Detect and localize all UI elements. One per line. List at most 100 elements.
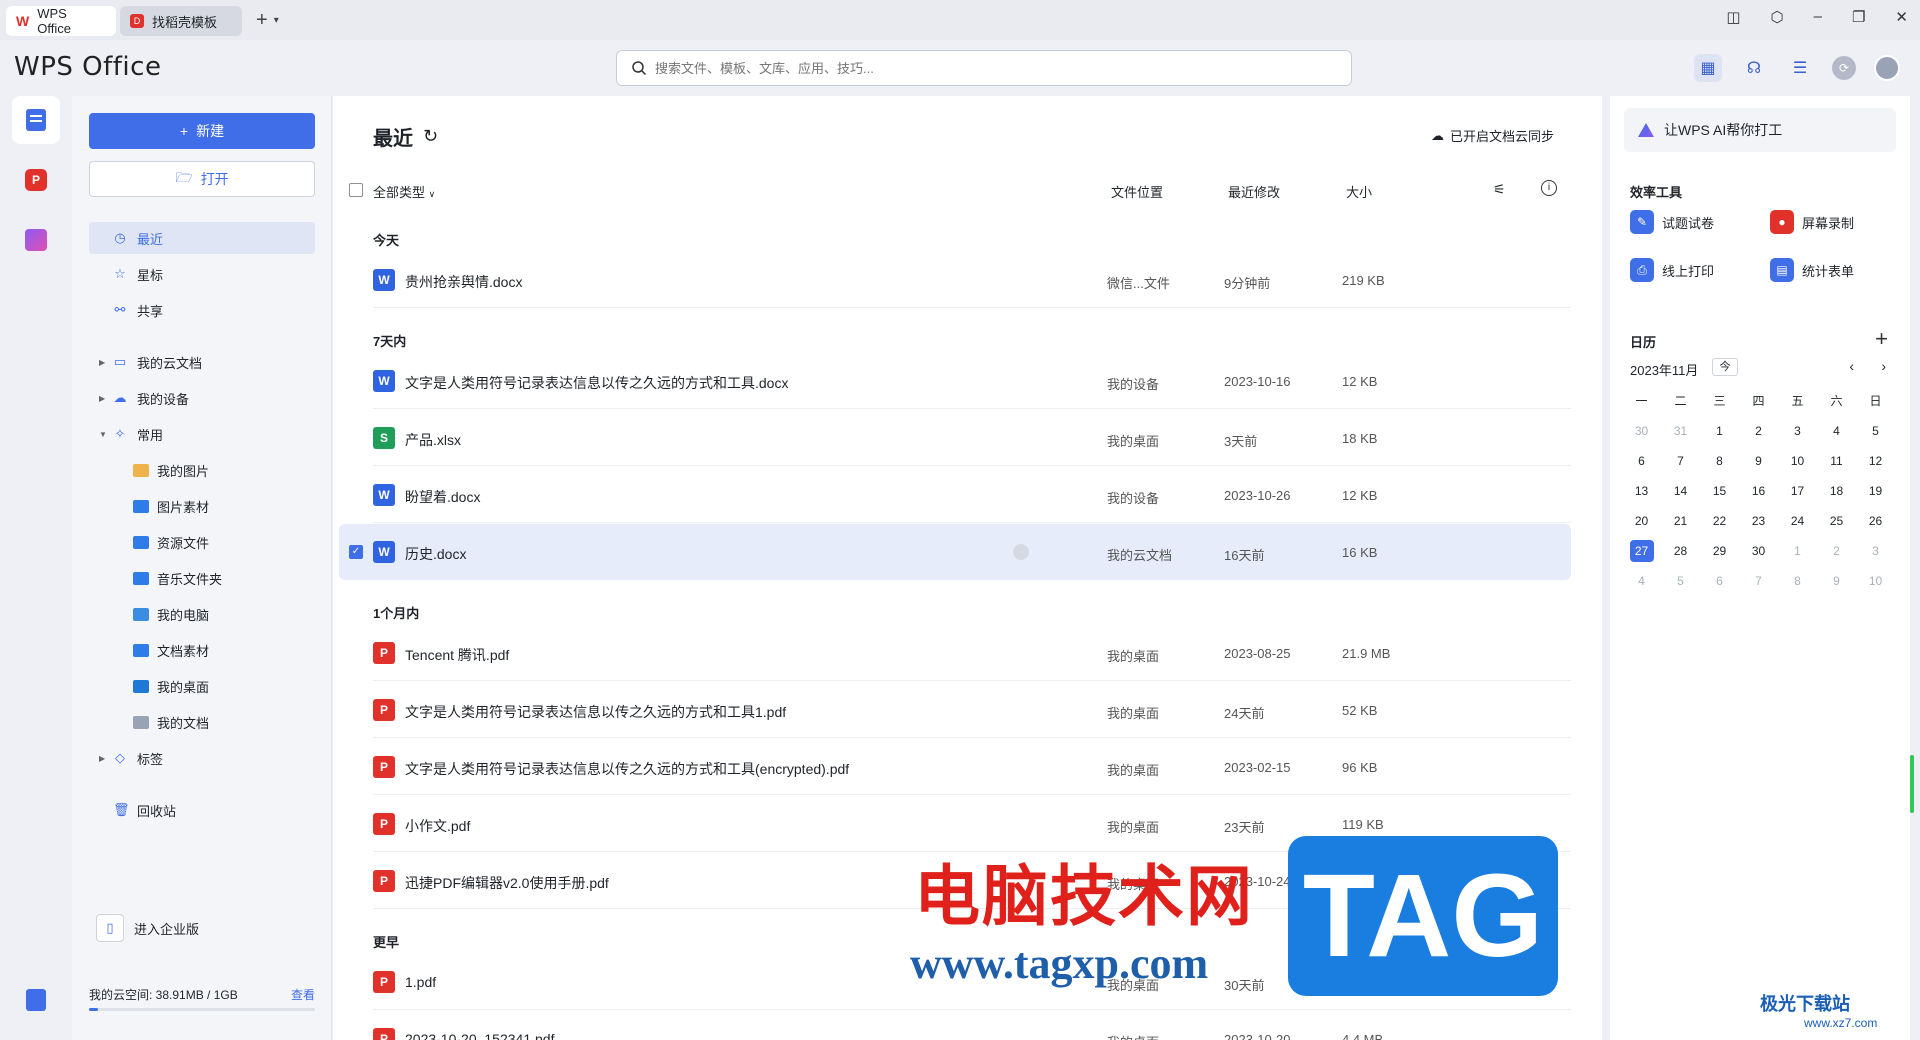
common-item-resources[interactable]: 资源文件: [89, 526, 315, 558]
file-row[interactable]: P 文字是人类用符号记录表达信息以传之久远的方式和工具(encrypted).pd…: [339, 739, 1571, 795]
calendar-day[interactable]: 4: [1622, 570, 1661, 592]
nav-item-trash[interactable]: 🗑 回收站: [89, 794, 315, 826]
scrollbar[interactable]: [1910, 755, 1914, 813]
common-item-doc-assets[interactable]: 文档素材: [89, 634, 315, 666]
calendar-day[interactable]: 8: [1700, 450, 1739, 472]
calendar-day[interactable]: 1: [1778, 540, 1817, 562]
pdf-app-button[interactable]: P: [12, 156, 60, 204]
today-button[interactable]: 今: [1712, 358, 1738, 376]
file-name[interactable]: 历史.docx: [405, 544, 466, 564]
search-box[interactable]: [616, 50, 1352, 86]
documents-app-button[interactable]: [12, 96, 60, 144]
tool-form[interactable]: ▤ 统计表单: [1770, 258, 1854, 282]
calendar-day[interactable]: 29: [1700, 540, 1739, 562]
calendar-day[interactable]: 23: [1739, 510, 1778, 532]
file-row[interactable]: W 盼望着.docx 我的设备 2023-10-26 12 KB: [339, 467, 1571, 523]
caret-down-icon[interactable]: ▼: [99, 430, 107, 439]
file-name[interactable]: 小作文.pdf: [405, 816, 470, 836]
select-all-checkbox[interactable]: [349, 183, 363, 197]
calendar-day[interactable]: 4: [1817, 420, 1856, 442]
calendar-day[interactable]: 8: [1778, 570, 1817, 592]
calendar-day[interactable]: 10: [1856, 570, 1895, 592]
common-item-music[interactable]: 音乐文件夹: [89, 562, 315, 594]
calendar-day[interactable]: 20: [1622, 510, 1661, 532]
file-row[interactable]: P Tencent 腾讯.pdf 我的桌面 2023-08-25 21.9 MB: [339, 625, 1571, 681]
file-name[interactable]: 1.pdf: [405, 974, 436, 990]
calendar-day[interactable]: 30: [1622, 420, 1661, 442]
chevron-left-icon[interactable]: ‹: [1849, 358, 1854, 374]
calendar-day[interactable]: 7: [1661, 450, 1700, 472]
file-row[interactable]: W 贵州抢亲舆情.docx 微信...文件 9分钟前 219 KB: [339, 252, 1571, 308]
minimize-icon[interactable]: –: [1814, 8, 1822, 26]
chevron-down-icon[interactable]: ▾: [274, 15, 279, 26]
file-row[interactable]: P 文字是人类用符号记录表达信息以传之久远的方式和工具1.pdf 我的桌面 24天前 5…: [339, 682, 1571, 738]
share-status-icon[interactable]: [1013, 544, 1029, 560]
calendar-day[interactable]: 31: [1661, 420, 1700, 442]
calendar-day[interactable]: 2: [1817, 540, 1856, 562]
file-name[interactable]: 文字是人类用符号记录表达信息以传之久远的方式和工具(encrypted).pdf: [405, 759, 849, 779]
file-name[interactable]: 贵州抢亲舆情.docx: [405, 272, 522, 292]
sync-status-icon[interactable]: ⟳: [1832, 56, 1856, 80]
calendar-day[interactable]: 12: [1856, 450, 1895, 472]
type-filter-dropdown[interactable]: 全部类型 ∨: [373, 182, 435, 201]
caret-right-icon[interactable]: ▶: [99, 358, 105, 367]
chevron-right-icon[interactable]: ›: [1881, 358, 1886, 374]
column-size[interactable]: 大小: [1346, 182, 1372, 201]
common-item-computer[interactable]: 我的电脑: [89, 598, 315, 630]
add-event-icon[interactable]: +: [1875, 326, 1888, 352]
bottom-app-button[interactable]: [12, 976, 60, 1024]
file-name[interactable]: Tencent 腾讯.pdf: [405, 645, 509, 665]
caret-right-icon[interactable]: ▶: [99, 754, 105, 763]
wps-ai-button[interactable]: 让WPS AI帮你打工: [1624, 108, 1896, 152]
calendar-day[interactable]: 6: [1622, 450, 1661, 472]
calendar-day[interactable]: 26: [1856, 510, 1895, 532]
calendar-day[interactable]: 5: [1856, 420, 1895, 442]
calendar-day[interactable]: 1: [1700, 420, 1739, 442]
tool-print[interactable]: ⎙ 线上打印: [1630, 258, 1714, 282]
calendar-day[interactable]: 18: [1817, 480, 1856, 502]
nav-item-tags[interactable]: ▶ ◇ 标签: [89, 742, 315, 774]
calendar-day[interactable]: 17: [1778, 480, 1817, 502]
nav-item-cloud-docs[interactable]: ▶ ▭ 我的云文档: [89, 346, 315, 378]
avatar[interactable]: [1874, 55, 1900, 81]
cloud-sync-status[interactable]: ☁ 已开启文档云同步: [1431, 126, 1554, 145]
file-row[interactable]: P 2023-10-20_152341.pdf 我的桌面 2023-10-20 4.4 …: [339, 1011, 1571, 1040]
sidebar-toggle-icon[interactable]: ◫: [1726, 8, 1740, 26]
common-item-pictures[interactable]: 我的图片: [89, 454, 315, 486]
menu-icon[interactable]: ☰: [1786, 54, 1814, 82]
apps-button[interactable]: [12, 216, 60, 264]
calendar-day[interactable]: 30: [1739, 540, 1778, 562]
calendar-day[interactable]: 16: [1739, 480, 1778, 502]
sort-settings-icon[interactable]: ⚟: [1493, 181, 1506, 198]
search-input[interactable]: [655, 60, 1295, 76]
common-item-my-docs[interactable]: 我的文档: [89, 706, 315, 738]
file-name[interactable]: 文字是人类用符号记录表达信息以传之久远的方式和工具.docx: [405, 373, 788, 393]
refresh-icon[interactable]: ↻: [423, 126, 438, 147]
calendar-day[interactable]: 5: [1661, 570, 1700, 592]
enterprise-button[interactable]: ▯ 进入企业版: [96, 912, 322, 944]
cube-icon[interactable]: ⬡: [1771, 8, 1784, 26]
add-tab-icon[interactable]: +: [256, 9, 268, 32]
calendar-day[interactable]: 22: [1700, 510, 1739, 532]
calendar-day[interactable]: 14: [1661, 480, 1700, 502]
calendar-day[interactable]: 13: [1622, 480, 1661, 502]
file-row[interactable]: S 产品.xlsx 我的桌面 3天前 18 KB: [339, 410, 1571, 466]
calendar-day[interactable]: 10: [1778, 450, 1817, 472]
calendar-day[interactable]: 9: [1817, 570, 1856, 592]
file-name[interactable]: 产品.xlsx: [405, 430, 461, 450]
calendar-day[interactable]: 6: [1700, 570, 1739, 592]
tool-exam[interactable]: ✎ 试题试卷: [1630, 210, 1714, 234]
file-name[interactable]: 文字是人类用符号记录表达信息以传之久远的方式和工具1.pdf: [405, 702, 786, 722]
file-row[interactable]: W 文字是人类用符号记录表达信息以传之久远的方式和工具.docx 我的设备 2023-…: [339, 353, 1571, 409]
column-location[interactable]: 文件位置: [1111, 182, 1163, 201]
grid-view-icon[interactable]: ▦: [1694, 54, 1722, 82]
calendar-day[interactable]: 15: [1700, 480, 1739, 502]
calendar-day[interactable]: 9: [1739, 450, 1778, 472]
calendar-day[interactable]: 28: [1661, 540, 1700, 562]
info-icon[interactable]: i: [1541, 180, 1557, 196]
calendar-day[interactable]: 3: [1856, 540, 1895, 562]
calendar-day[interactable]: 19: [1856, 480, 1895, 502]
file-name[interactable]: 盼望着.docx: [405, 487, 480, 507]
file-row[interactable]: ✓ W 历史.docx 我的云文档 16天前 16 KB: [339, 524, 1571, 580]
file-name[interactable]: 2023-10-20_152341.pdf: [405, 1031, 554, 1040]
